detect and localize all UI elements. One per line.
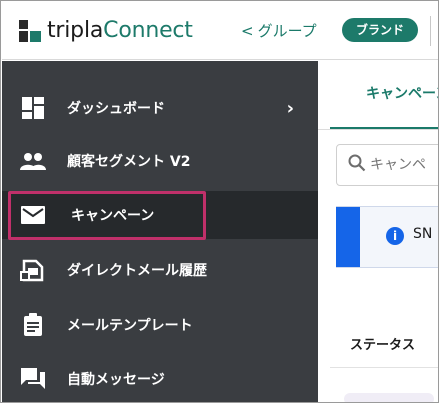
header-divider [430, 16, 431, 46]
app-window: triplaConnect < グループ ブランド ダッシュボード › 顧客セグ… [0, 0, 439, 403]
info-icon: i [386, 227, 404, 245]
sidebar-item-direct-mail-history[interactable]: ダイレクトメール履歴 [2, 246, 318, 294]
info-notice: i SN [336, 206, 438, 268]
sidebar-item-label: 顧客セグメント V2 [67, 154, 191, 170]
logo-text: triplaConnect [47, 18, 193, 43]
brand-badge[interactable]: ブランド [342, 18, 419, 42]
sidebar-item-label: 自動メッセージ [67, 372, 165, 388]
sidebar-item-label: メールテンプレート [67, 318, 193, 334]
main-content: キャンペーン i SN ステータス [318, 61, 438, 402]
dashboard-icon [20, 96, 46, 120]
logo-prefix: tripla [47, 18, 104, 43]
people-icon [20, 149, 46, 173]
sidebar-item-mail-template[interactable]: メールテンプレート [2, 301, 318, 349]
notice-text: SN [413, 226, 433, 242]
sidebar-item-auto-message[interactable]: 自動メッセージ [2, 355, 318, 402]
tab-divider [318, 129, 438, 130]
campaign-highlight-box [8, 191, 206, 240]
search-input[interactable] [370, 157, 438, 173]
top-header: triplaConnect < グループ ブランド [2, 2, 438, 60]
search-field[interactable] [336, 144, 438, 186]
mail-history-icon [20, 258, 46, 282]
sidebar-item-label: ダッシュボード [67, 101, 165, 117]
tab-campaign[interactable]: キャンペーン [366, 83, 438, 103]
sidebar-item-customer-segment[interactable]: 顧客セグメント V2 [2, 137, 318, 185]
sidebar-item-dashboard[interactable]: ダッシュボード › [2, 84, 318, 132]
chat-icon [20, 367, 46, 391]
logo-suffix: Connect [103, 18, 193, 43]
table-row [344, 393, 434, 402]
breadcrumb-label: グループ [257, 22, 317, 40]
sidebar-item-label: ダイレクトメール履歴 [67, 263, 207, 279]
column-header-status[interactable]: ステータス [350, 334, 415, 353]
clipboard-icon [20, 313, 46, 337]
breadcrumb-group[interactable]: < グループ [241, 20, 317, 41]
chevron-right-icon: › [286, 98, 294, 119]
table-divider [330, 367, 438, 368]
search-icon [348, 154, 366, 176]
logo[interactable]: triplaConnect [19, 18, 193, 43]
logo-mark-icon [19, 19, 41, 42]
notice-accent-bar [336, 207, 360, 267]
chevron-left-icon: < [241, 21, 254, 40]
